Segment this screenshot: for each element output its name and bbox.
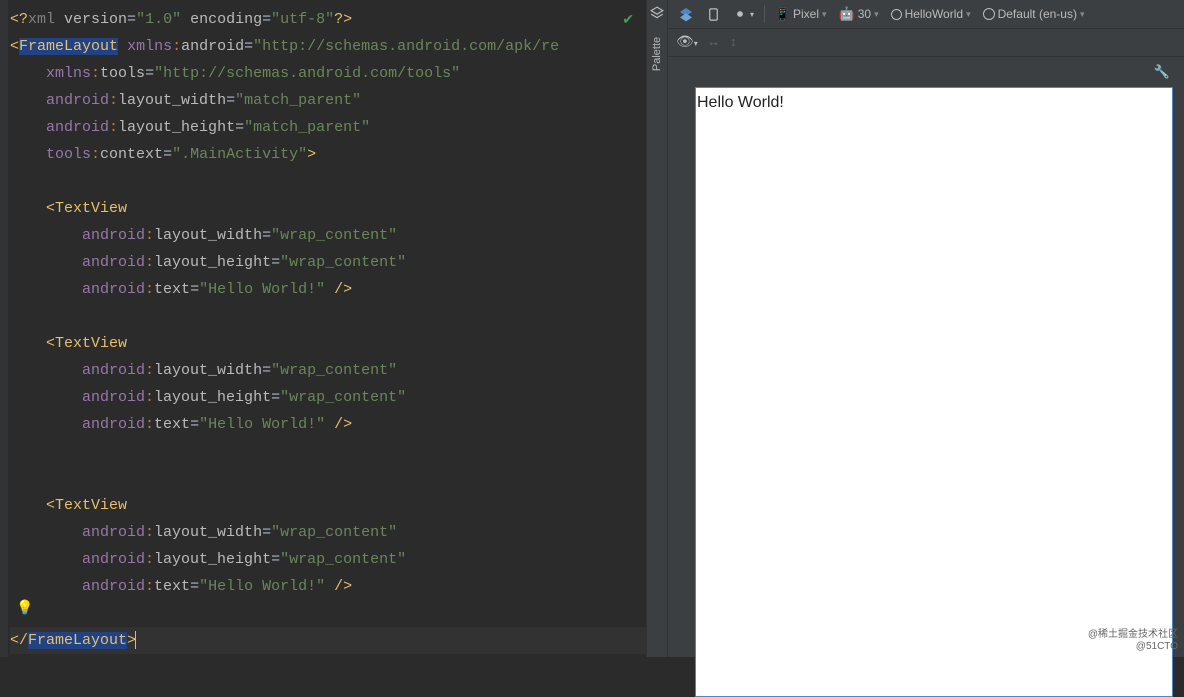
code-line: </FrameLayout> [10, 627, 646, 654]
code-line: android:text="Hello World!" /> [10, 276, 646, 303]
palette-stack-icon [650, 6, 664, 25]
visibility-icon[interactable]: 👁▾ [676, 34, 698, 51]
design-canvas[interactable]: 🔧 Hello World! @稀土掘金技术社区@51CTO [668, 57, 1184, 657]
locale-selector[interactable]: Default (en-us) [979, 5, 1089, 23]
preview-toolbar-secondary: 👁▾ ↔ ↕ [668, 29, 1184, 57]
intention-bulb-icon[interactable]: 💡 [16, 596, 33, 623]
orientation-icon[interactable] [702, 5, 725, 24]
text-caret [135, 631, 136, 649]
preview-textview: Hello World! [697, 94, 784, 112]
code-line: <FrameLayout xmlns:android="http://schem… [10, 33, 646, 60]
view-options-icon[interactable]: 🔧 [1154, 65, 1170, 80]
code-line [10, 438, 646, 465]
code-line: android:layout_width="match_parent" [10, 87, 646, 114]
design-surface-icon[interactable] [674, 4, 698, 24]
code-line [10, 600, 646, 627]
main-split: ✔ 💡 <?xml version="1.0" encoding="utf-8"… [0, 0, 1184, 657]
code-line: <TextView [10, 492, 646, 519]
code-line: <TextView [10, 195, 646, 222]
palette-tool-window-tab[interactable]: Palette [646, 0, 668, 657]
code-line: <?xml version="1.0" encoding="utf-8"?> [10, 6, 646, 33]
separator [764, 5, 765, 23]
code-line: android:layout_width="wrap_content" [10, 519, 646, 546]
editor-gutter [0, 0, 8, 657]
analysis-ok-icon[interactable]: ✔ [622, 8, 634, 35]
code-line: android:layout_width="wrap_content" [10, 222, 646, 249]
code-line: <TextView [10, 330, 646, 357]
code-line: android:layout_height="wrap_content" [10, 546, 646, 573]
android-icon: 🤖 [839, 6, 855, 22]
palette-tab-label: Palette [651, 37, 663, 71]
preview-toolbar: ▾ 📱 Pixel 🤖 30 HelloWorld Default (en-us… [668, 0, 1184, 29]
code-area[interactable]: <?xml version="1.0" encoding="utf-8"?> <… [0, 0, 646, 654]
code-line: xmlns:tools="http://schemas.android.com/… [10, 60, 646, 87]
code-line: android:layout_height="match_parent" [10, 114, 646, 141]
watermark: @稀土掘金技术社区@51CTO [1088, 629, 1178, 653]
theme-icon [891, 9, 902, 20]
api-selector[interactable]: 🤖 30 [835, 4, 883, 24]
code-line [10, 303, 646, 330]
device-preview-frame[interactable]: Hello World! [695, 87, 1173, 697]
code-line: android:text="Hello World!" /> [10, 573, 646, 600]
code-line: tools:context=".MainActivity"> [10, 141, 646, 168]
pan-left-icon: ↔ [710, 35, 718, 50]
pan-up-icon: ↕ [730, 35, 738, 50]
code-line [10, 465, 646, 492]
device-selector[interactable]: 📱 Pixel [771, 5, 831, 23]
code-line: android:layout_width="wrap_content" [10, 357, 646, 384]
theme-selector[interactable]: HelloWorld [887, 5, 975, 23]
layout-preview-pane: ▾ 📱 Pixel 🤖 30 HelloWorld Default (en-us… [668, 0, 1184, 657]
code-line: android:text="Hello World!" /> [10, 411, 646, 438]
night-mode-icon[interactable]: ▾ [729, 5, 758, 23]
code-editor-pane[interactable]: ✔ 💡 <?xml version="1.0" encoding="utf-8"… [0, 0, 646, 657]
globe-icon [983, 8, 995, 20]
code-line: android:layout_height="wrap_content" [10, 384, 646, 411]
code-line: android:layout_height="wrap_content" [10, 249, 646, 276]
code-line [10, 168, 646, 195]
